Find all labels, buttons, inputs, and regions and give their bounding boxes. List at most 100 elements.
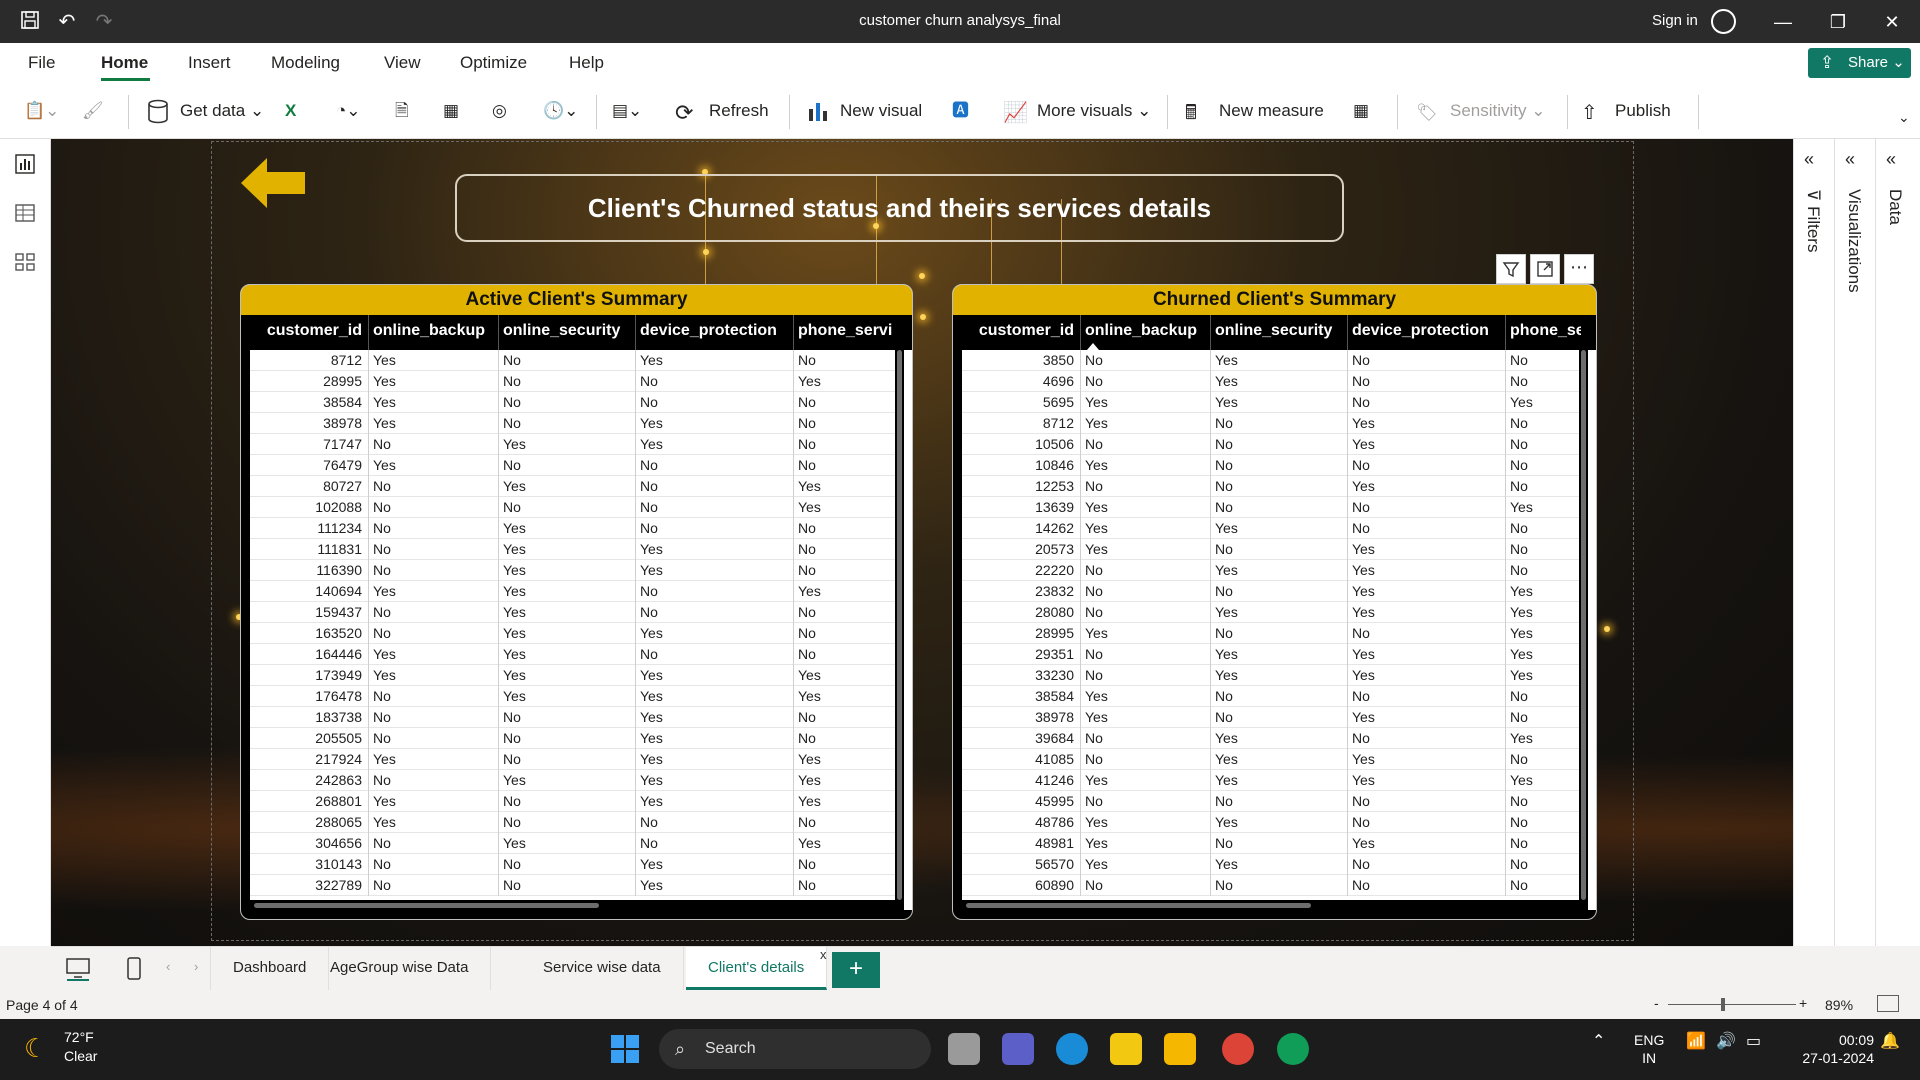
- table-row[interactable]: 39684 No Yes No Yes: [962, 728, 1579, 749]
- column-header-device-protection[interactable]: device_protection: [635, 315, 793, 350]
- table-row[interactable]: 5695 Yes Yes No Yes: [962, 392, 1579, 413]
- table-row[interactable]: 80727 No Yes No Yes: [250, 476, 895, 497]
- close-tab-icon[interactable]: x: [820, 947, 827, 962]
- table-row[interactable]: 28995 Yes No No Yes: [962, 623, 1579, 644]
- horizontal-scrollbar[interactable]: [250, 900, 904, 910]
- expand-visualizations-icon[interactable]: «: [1845, 149, 1855, 170]
- file-explorer-icon[interactable]: [1164, 1033, 1196, 1065]
- table-row[interactable]: 288065 Yes No No No: [250, 812, 895, 833]
- enter-data-icon[interactable]: ▦: [443, 97, 459, 125]
- show-hidden-icons[interactable]: ⌃: [1592, 1031, 1605, 1051]
- table-row[interactable]: 111831 No Yes Yes No: [250, 539, 895, 560]
- vertical-scrollbar[interactable]: [1579, 350, 1588, 900]
- prev-page-icon[interactable]: ‹: [166, 959, 170, 974]
- table-row[interactable]: 22220 No Yes Yes No: [962, 560, 1579, 581]
- table-row[interactable]: 102088 No No No Yes: [250, 497, 895, 518]
- table-row[interactable]: 41246 Yes Yes Yes Yes: [962, 770, 1579, 791]
- minimize-icon[interactable]: —: [1768, 8, 1798, 36]
- data-hub-icon[interactable]: ◔⌄: [336, 97, 361, 125]
- zoom-slider-thumb[interactable]: [1721, 998, 1725, 1011]
- wifi-icon[interactable]: 📶: [1686, 1031, 1706, 1051]
- table-row[interactable]: 48786 Yes Yes No No: [962, 812, 1579, 833]
- table-row[interactable]: 183738 No No Yes No: [250, 707, 895, 728]
- table-row[interactable]: 322789 No No Yes No: [250, 875, 895, 896]
- notification-bell-icon[interactable]: 🔔: [1880, 1031, 1900, 1051]
- paste-button[interactable]: 📋⌄: [24, 97, 59, 125]
- get-data-button[interactable]: Get data ⌄: [146, 97, 264, 125]
- more-options-icon[interactable]: ⋯: [1564, 254, 1594, 284]
- column-header-online-backup[interactable]: online_backup: [368, 315, 498, 350]
- mobile-layout-icon[interactable]: [121, 957, 147, 981]
- table-row[interactable]: 173949 Yes Yes Yes Yes: [250, 665, 895, 686]
- churned-clients-table[interactable]: Churned Client's Summary customer_id onl…: [952, 284, 1597, 920]
- quick-measure-icon[interactable]: ▦: [1353, 97, 1369, 125]
- model-view-icon[interactable]: [14, 251, 36, 273]
- tab-clients-details[interactable]: Client's details: [686, 947, 828, 990]
- table-row[interactable]: 14262 Yes Yes No No: [962, 518, 1579, 539]
- volume-icon[interactable]: 🔊: [1716, 1031, 1736, 1051]
- menu-file[interactable]: File: [28, 53, 55, 73]
- sql-server-icon[interactable]: 🗎: [395, 97, 409, 125]
- collapse-ribbon-icon[interactable]: ⌄: [1898, 103, 1910, 131]
- table-row[interactable]: 60890 No No No No: [962, 875, 1579, 896]
- table-row[interactable]: 111234 No Yes No No: [250, 518, 895, 539]
- menu-optimize[interactable]: Optimize: [460, 53, 527, 73]
- table-row[interactable]: 38978 Yes No Yes No: [250, 413, 895, 434]
- column-header-phone-service[interactable]: phone_servi: [793, 315, 897, 350]
- task-view-icon[interactable]: [948, 1033, 980, 1065]
- filters-pane[interactable]: « ⊽ Filters: [1793, 139, 1832, 946]
- data-pane[interactable]: « Data: [1875, 139, 1914, 946]
- table-row[interactable]: 38978 Yes No Yes No: [962, 707, 1579, 728]
- table-row[interactable]: 8712 Yes No Yes No: [250, 350, 895, 371]
- powerbi-icon[interactable]: [1110, 1033, 1142, 1065]
- table-row[interactable]: 159437 No Yes No No: [250, 602, 895, 623]
- menu-insert[interactable]: Insert: [188, 53, 231, 73]
- dataverse-icon[interactable]: ◎: [492, 97, 507, 125]
- account-icon[interactable]: [1711, 9, 1736, 34]
- column-header-customer-id[interactable]: customer_id: [962, 315, 1080, 350]
- clock[interactable]: 00:09 27-01-2024: [1786, 1032, 1874, 1066]
- desktop-layout-icon[interactable]: [65, 957, 91, 981]
- column-header-device-protection[interactable]: device_protection: [1347, 315, 1505, 350]
- text-box-icon[interactable]: 🅰: [952, 97, 969, 125]
- table-row[interactable]: 56570 Yes Yes No No: [962, 854, 1579, 875]
- format-painter-icon[interactable]: 🖌: [82, 97, 104, 125]
- table-row[interactable]: 164446 Yes Yes No No: [250, 644, 895, 665]
- close-icon[interactable]: ✕: [1877, 8, 1907, 36]
- table-row[interactable]: 33230 No Yes Yes Yes: [962, 665, 1579, 686]
- language-indicator[interactable]: ENG IN: [1634, 1032, 1664, 1066]
- table-row[interactable]: 23832 No No Yes Yes: [962, 581, 1579, 602]
- table-row[interactable]: 29351 No Yes Yes Yes: [962, 644, 1579, 665]
- tab-agegroup-wise-data[interactable]: AgeGroup wise Data: [308, 947, 492, 990]
- menu-modeling[interactable]: Modeling: [271, 53, 340, 73]
- table-row[interactable]: 268801 Yes No Yes Yes: [250, 791, 895, 812]
- zoom-slider[interactable]: [1668, 1004, 1796, 1005]
- taskbar-search[interactable]: ⌕ Search: [659, 1029, 931, 1069]
- table-row[interactable]: 217924 Yes No Yes Yes: [250, 749, 895, 770]
- start-icon[interactable]: [610, 1034, 640, 1064]
- horizontal-scrollbar[interactable]: [962, 900, 1588, 910]
- table-row[interactable]: 45995 No No No No: [962, 791, 1579, 812]
- filter-icon[interactable]: [1496, 254, 1526, 284]
- weather-widget[interactable]: 72°F Clear: [64, 1029, 97, 1064]
- table-row[interactable]: 3850 No Yes No No: [962, 350, 1579, 371]
- next-page-icon[interactable]: ›: [194, 959, 198, 974]
- fit-to-page-icon[interactable]: [1877, 995, 1899, 1012]
- publish-button[interactable]: ⇧ Publish: [1581, 97, 1671, 125]
- sign-in-link[interactable]: Sign in: [1652, 12, 1698, 29]
- meet-icon[interactable]: [1002, 1033, 1034, 1065]
- new-measure-button[interactable]: 🖩 New measure: [1185, 97, 1324, 125]
- excel-icon[interactable]: X: [285, 97, 296, 125]
- column-header-phone-service[interactable]: phone_se: [1505, 315, 1581, 350]
- chrome-profile-icon[interactable]: [1277, 1033, 1309, 1065]
- expand-filters-icon[interactable]: «: [1804, 149, 1814, 170]
- table-row[interactable]: 140694 Yes Yes No Yes: [250, 581, 895, 602]
- table-row[interactable]: 310143 No No Yes No: [250, 854, 895, 875]
- table-row[interactable]: 48981 Yes No Yes No: [962, 833, 1579, 854]
- menu-help[interactable]: Help: [569, 53, 604, 73]
- table-row[interactable]: 242863 No Yes Yes Yes: [250, 770, 895, 791]
- table-row[interactable]: 38584 Yes No No No: [962, 686, 1579, 707]
- more-visuals-button[interactable]: 📈 More visuals ⌄: [1003, 97, 1151, 125]
- table-row[interactable]: 10846 Yes No No No: [962, 455, 1579, 476]
- zoom-out-button[interactable]: -: [1654, 995, 1659, 1011]
